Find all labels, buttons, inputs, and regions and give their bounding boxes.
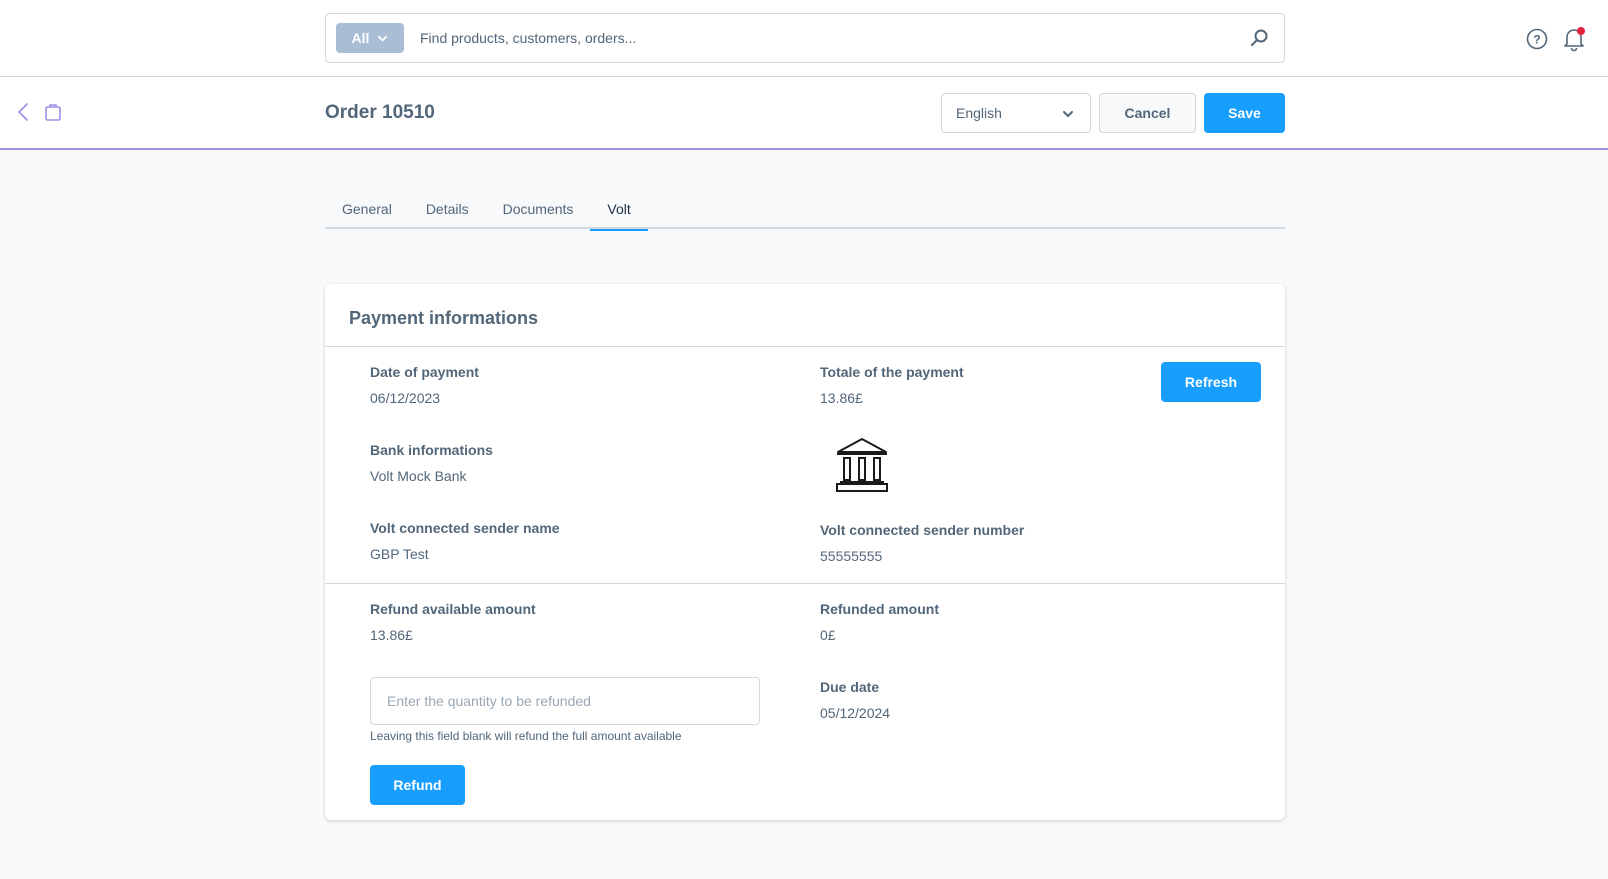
page-header: Order 10510 English Cancel Save (0, 78, 1608, 150)
field-label: Date of payment (370, 364, 479, 380)
field-label: Due date (820, 679, 880, 695)
help-icon[interactable]: ? (1526, 28, 1548, 50)
field-label: Volt connected sender name (370, 520, 560, 536)
divider (325, 346, 1285, 347)
due-date-field: Due date 05/12/2024 (820, 679, 890, 721)
field-value: 13.86£ (370, 627, 413, 643)
field-label: Totale of the payment (820, 364, 964, 380)
search-input[interactable] (420, 14, 1200, 62)
field-label: Volt connected sender number (820, 522, 1025, 538)
field-value: 06/12/2023 (370, 390, 441, 406)
tab-details[interactable]: Details (409, 190, 486, 229)
back-arrow-icon[interactable] (16, 102, 30, 122)
page-title: Order 10510 (325, 102, 435, 123)
global-search: All (325, 13, 1285, 63)
refund-help-text: Leaving this field blank will refund the… (370, 729, 682, 743)
tab-general[interactable]: General (325, 190, 409, 229)
tab-volt[interactable]: Volt (590, 190, 649, 231)
tab-bar: General Details Documents Volt (325, 190, 1285, 231)
field-value: GBP Test (370, 546, 429, 562)
chevron-down-icon (1063, 111, 1073, 118)
search-type-dropdown[interactable]: All (336, 23, 404, 53)
shopping-bag-icon (45, 104, 61, 121)
search-type-label: All (351, 30, 370, 46)
bank-info-field: Bank informations Volt Mock Bank (370, 442, 493, 484)
language-select[interactable]: English (941, 93, 1091, 133)
bell-icon[interactable] (1562, 26, 1586, 52)
field-label: Bank informations (370, 442, 493, 458)
refund-quantity-input[interactable] (370, 677, 760, 725)
field-value: 0£ (820, 627, 836, 643)
sender-name-field: Volt connected sender name GBP Test (370, 520, 560, 562)
notification-dot (1577, 27, 1585, 35)
field-label: Refunded amount (820, 601, 939, 617)
bank-icon (836, 438, 888, 492)
tab-documents[interactable]: Documents (486, 190, 591, 229)
top-bar: All ? (0, 0, 1608, 77)
divider (325, 583, 1285, 584)
refunded-amount-field: Refunded amount 0£ (820, 601, 939, 643)
field-value: 05/12/2024 (820, 705, 891, 721)
payment-info-card: Payment informations Date of payment 06/… (325, 284, 1285, 820)
field-value: Volt Mock Bank (370, 468, 467, 484)
refund-available-field: Refund available amount 13.86£ (370, 601, 536, 643)
card-title: Payment informations (349, 308, 539, 328)
language-select-value: English (956, 105, 1002, 121)
chevron-down-icon (378, 35, 388, 42)
field-value: 55555555 (820, 548, 883, 564)
field-value: 13.86£ (820, 390, 863, 406)
sender-number-field: Volt connected sender number 55555555 (820, 522, 1024, 564)
payment-total-field: Totale of the payment 13.86£ (820, 364, 964, 406)
refund-button[interactable]: Refund (370, 765, 465, 805)
refresh-button[interactable]: Refresh (1161, 362, 1261, 402)
svg-text:?: ? (1533, 33, 1540, 47)
search-icon[interactable] (1248, 27, 1270, 49)
save-button[interactable]: Save (1204, 93, 1285, 133)
cancel-button[interactable]: Cancel (1099, 93, 1196, 133)
field-label: Refund available amount (370, 601, 536, 617)
date-of-payment-field: Date of payment 06/12/2023 (370, 364, 479, 406)
